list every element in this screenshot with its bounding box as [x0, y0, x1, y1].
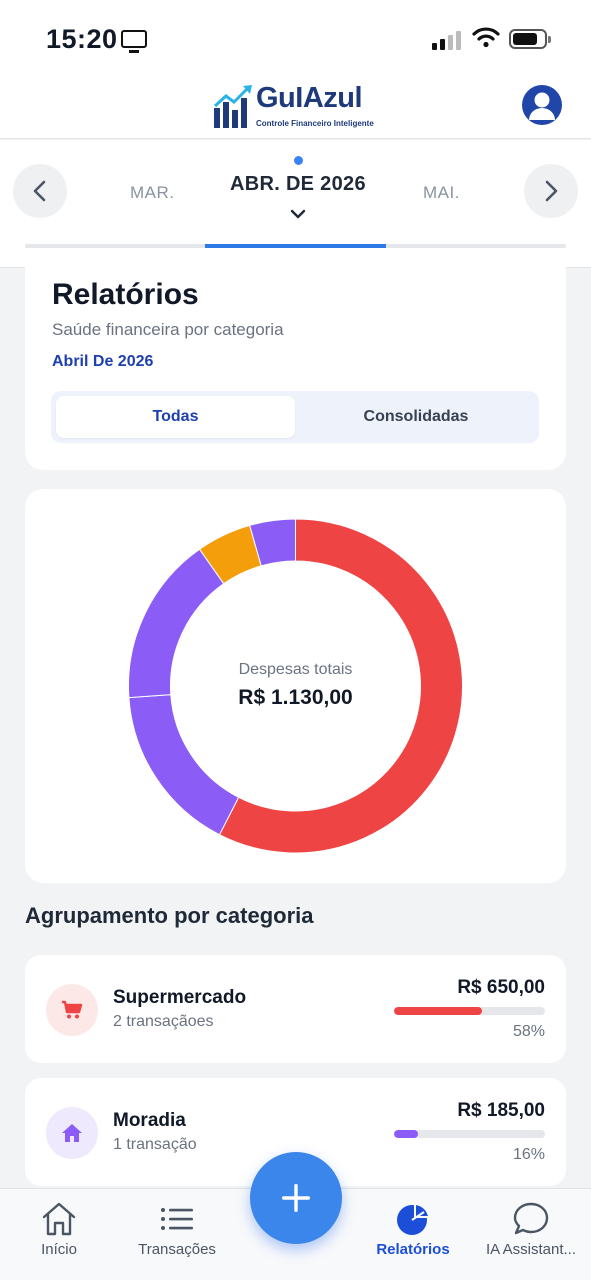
nav-label: Transações: [138, 1241, 216, 1258]
expenses-donut-card: Despesas totais R$ 1.130,00: [25, 489, 566, 883]
category-progress-fill: [394, 1007, 482, 1015]
filter-segmented-control: Todas Consolidadas: [51, 391, 539, 443]
category-percent: 16%: [512, 1146, 545, 1163]
status-time: 15:20: [46, 24, 118, 54]
page-subtitle: Saúde financeira por categoria: [52, 320, 284, 339]
status-bar: 15:20: [0, 0, 591, 78]
month-progress-fill: [205, 244, 386, 248]
cellular-signal-icon: [432, 31, 461, 50]
category-progress-track: [394, 1130, 545, 1138]
growth-chart-logo-icon: [213, 85, 252, 128]
previous-month-label[interactable]: MAR.: [130, 183, 175, 203]
chat-bubble-icon: [513, 1202, 549, 1235]
app-tagline: Controle Financeiro Inteligente: [256, 119, 374, 128]
category-amount: R$ 650,00: [457, 977, 545, 998]
nav-item-ia-assistant[interactable]: IA Assistant...: [472, 1201, 590, 1258]
next-month-button[interactable]: [524, 164, 578, 218]
category-amount: R$ 185,00: [457, 1100, 545, 1121]
wifi-icon: [472, 27, 500, 48]
category-card-supermercado[interactable]: Supermercado 2 transaçãoes R$ 650,00 58%: [25, 955, 566, 1063]
nav-item-relatorios[interactable]: Relatórios: [354, 1201, 472, 1258]
donut-center-caption: Despesas totais: [238, 661, 353, 678]
app-name: GuIAzul: [256, 82, 363, 114]
app-header: GuIAzul Controle Financeiro Inteligente: [0, 78, 591, 139]
category-icon-badge: [46, 984, 98, 1036]
category-transaction-count: 1 transação: [113, 1136, 197, 1153]
nav-item-transacoes[interactable]: Transações: [118, 1201, 236, 1258]
pie-chart-icon: [397, 1202, 431, 1235]
category-name: Moradia: [113, 1110, 186, 1131]
month-selector: MAR. ABR. DE 2026 MAI.: [0, 140, 591, 268]
chevron-right-icon: [545, 180, 558, 202]
category-progress-track: [394, 1007, 545, 1015]
home-icon: [42, 1202, 76, 1236]
chevron-down-icon[interactable]: [289, 208, 307, 220]
report-header-card: Relatórios Saúde financeira por categori…: [25, 262, 566, 470]
next-month-label[interactable]: MAI.: [423, 183, 460, 203]
app-logo: GuIAzul Controle Financeiro Inteligente: [212, 82, 374, 130]
period-label: Abril De 2026: [52, 353, 154, 370]
category-icon-badge: [46, 1107, 98, 1159]
nav-label: Relatórios: [376, 1241, 450, 1258]
previous-month-button[interactable]: [13, 164, 67, 218]
add-transaction-button[interactable]: [250, 1152, 342, 1244]
category-progress-fill: [394, 1130, 419, 1138]
profile-avatar-button[interactable]: [522, 85, 562, 125]
filter-tab-consolidadas[interactable]: Consolidadas: [297, 396, 535, 438]
category-section-title: Agrupamento por categoria: [25, 903, 314, 928]
nav-item-inicio[interactable]: Início: [0, 1201, 118, 1258]
donut-center-total: R$ 1.130,00: [238, 686, 353, 709]
battery-icon: [509, 29, 551, 49]
home-icon: [62, 1124, 82, 1142]
category-percent: 58%: [512, 1023, 545, 1040]
nav-label: Início: [41, 1241, 77, 1258]
donut-slice-1[interactable]: [128, 694, 240, 836]
screen-mirroring-icon: [121, 30, 147, 53]
current-month-label[interactable]: ABR. DE 2026: [230, 173, 366, 196]
category-name: Supermercado: [113, 987, 247, 1008]
chevron-left-icon: [33, 180, 46, 202]
user-icon: [529, 92, 555, 120]
filter-tab-todas[interactable]: Todas: [56, 396, 295, 438]
current-month-indicator-dot: [294, 156, 303, 165]
cart-icon: [62, 1000, 83, 1019]
plus-icon: [282, 1184, 310, 1212]
nav-label: IA Assistant...: [485, 1241, 577, 1258]
category-transaction-count: 2 transaçãoes: [113, 1013, 214, 1030]
list-icon: [161, 1208, 193, 1230]
page-title: Relatórios: [52, 278, 199, 311]
